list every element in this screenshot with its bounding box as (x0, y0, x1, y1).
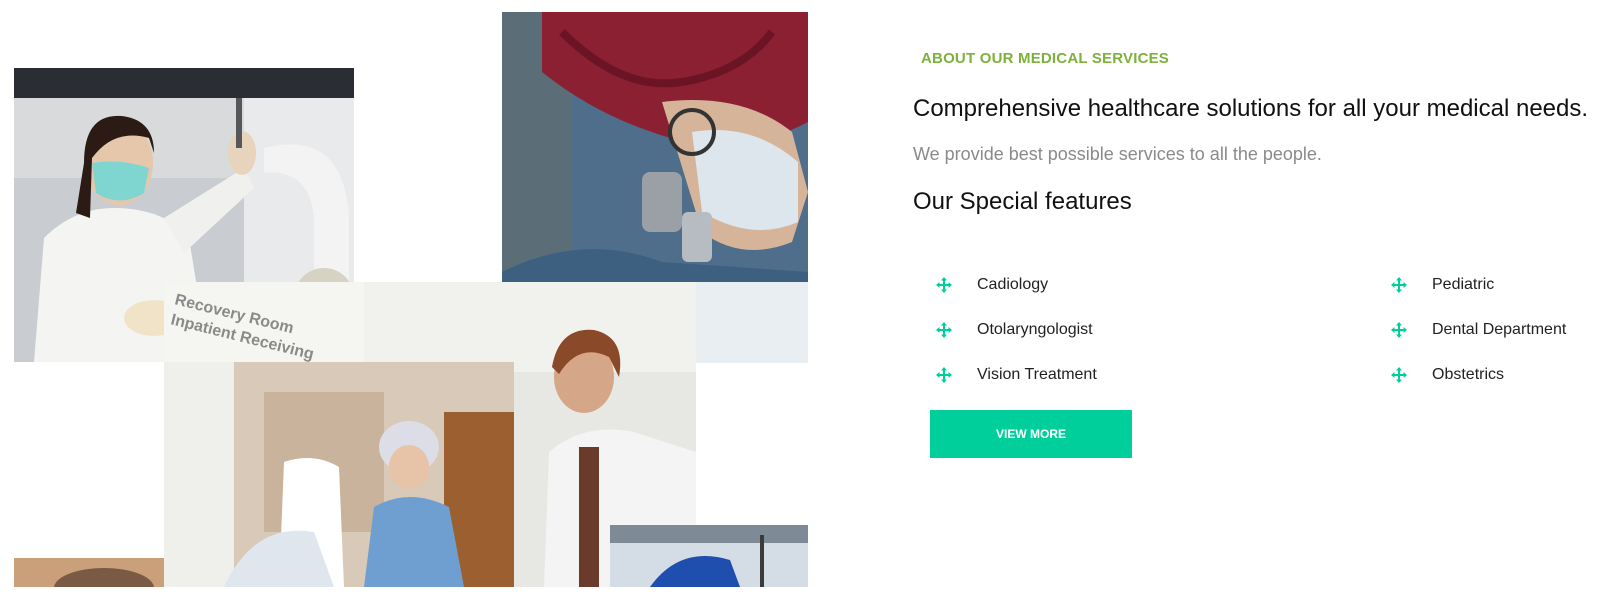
feature-item-obstetrics: Obstetrics (1391, 366, 1504, 384)
medical-services-section: Recovery Room Inpatient Receiving ABOUT … (0, 0, 1612, 606)
features-title: Our Special features (913, 188, 1132, 215)
move-arrows-icon (1391, 277, 1407, 293)
feature-item-dental-department: Dental Department (1391, 321, 1566, 339)
feature-label: Pediatric (1432, 276, 1495, 293)
feature-item-vision-treatment: Vision Treatment (936, 366, 1097, 384)
section-headline: Comprehensive healthcare solutions for a… (913, 95, 1589, 122)
move-arrows-icon (1391, 367, 1407, 383)
section-eyebrow: ABOUT OUR MEDICAL SERVICES (921, 50, 1170, 67)
move-arrows-icon (936, 322, 952, 338)
view-more-button[interactable]: VIEW MORE (930, 410, 1132, 458)
feature-label: Dental Department (1432, 321, 1567, 338)
move-arrows-icon (1391, 322, 1407, 338)
patient-photo-fragment (14, 558, 164, 587)
feature-label: Vision Treatment (977, 366, 1097, 383)
move-arrows-icon (936, 277, 952, 293)
feature-label: Otolaryngologist (977, 321, 1093, 338)
feature-item-cardiology: Cadiology (936, 276, 1048, 294)
feature-item-otolaryngologist: Otolaryngologist (936, 321, 1093, 339)
move-arrows-icon (936, 367, 952, 383)
section-subline: We provide best possible services to all… (913, 144, 1322, 164)
feature-label: Obstetrics (1432, 366, 1505, 383)
feature-item-pediatric: Pediatric (1391, 276, 1494, 294)
feature-label: Cadiology (977, 276, 1049, 293)
dental-procedure-photo-fragment (610, 525, 808, 587)
